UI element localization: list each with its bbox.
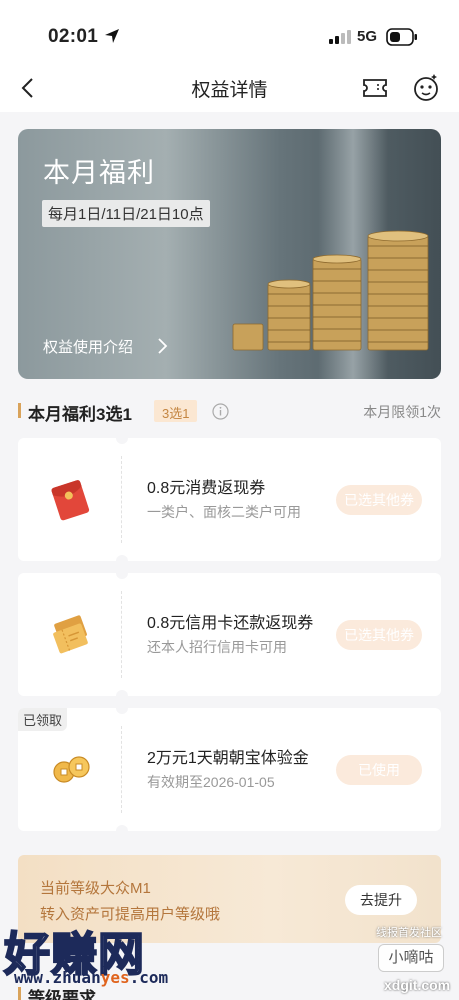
offer-status-button[interactable]: 已使用 <box>336 755 422 785</box>
page-title: 权益详情 <box>191 80 268 101</box>
chevron-right-icon[interactable] <box>156 337 168 355</box>
coin-stacks-illustration <box>232 230 429 351</box>
offer-subtitle: 一类户、面核二类户可用 <box>147 504 301 520</box>
customer-service-icon[interactable] <box>412 73 440 103</box>
offer-title: 0.8元消费返现券 <box>147 480 266 497</box>
claimed-tag: 已领取 <box>18 708 68 731</box>
status-time: 02:01 <box>48 26 99 47</box>
battery-icon <box>386 28 417 46</box>
location-arrow-icon <box>105 29 119 43</box>
section-accent-bar <box>18 403 21 418</box>
watermark-right-logo: 小嘀咕 <box>378 944 444 972</box>
signal-icon <box>329 30 351 44</box>
watermark-right-url: xdgit.com <box>384 977 451 993</box>
choice-badge: 3选1 <box>154 400 198 422</box>
offer-title: 0.8元信用卡还款返现券 <box>147 615 314 632</box>
offer-status-button[interactable]: 已选其他券 <box>336 620 422 650</box>
monthly-benefit-banner: 本月福利 每月1日/11日/21日10点 权益使用介绍 <box>18 129 441 379</box>
section-title: 本月福利3选1 <box>28 405 132 424</box>
offer-subtitle: 有效期至2026-01-05 <box>147 774 275 790</box>
status-bar: 02:01 5G <box>0 0 459 64</box>
card-divider <box>121 726 122 813</box>
offer-card-trial-fund: 已领取 2万元1天朝朝宝体验金 有效期至2026-01-05 已使用 <box>18 702 441 837</box>
red-envelope-icon <box>51 480 90 521</box>
coupon-tickets-icon <box>53 615 88 654</box>
section-accent-bar <box>18 987 21 1000</box>
offer-title: 2万元1天朝朝宝体验金 <box>147 750 309 767</box>
card-divider <box>121 456 122 543</box>
current-level-text: 当前等级大众M1 <box>40 880 151 897</box>
banner-date-note: 每月1日/11日/21日10点 <box>42 200 210 227</box>
watermark-right-tagline: 线报首发社区 <box>376 927 442 939</box>
offer-card-consumption-coupon: 0.8元消费返现券 一类户、面核二类户可用 已选其他券 <box>18 432 441 567</box>
card-divider <box>121 591 122 678</box>
offer-subtitle: 还本人招行信用卡可用 <box>147 639 287 655</box>
monthly-benefit-section-header: 本月福利3选1 3选1 本月限领1次 <box>18 400 441 424</box>
banner-title: 本月福利 <box>43 158 155 188</box>
ticket-icon[interactable] <box>361 76 389 100</box>
offer-card-credit-repayment-coupon: 0.8元信用卡还款返现券 还本人招行信用卡可用 已选其他券 <box>18 567 441 702</box>
offer-status-button[interactable]: 已选其他券 <box>336 485 422 515</box>
upgrade-button[interactable]: 去提升 <box>345 885 417 915</box>
network-label: 5G <box>357 28 378 45</box>
gold-coins-icon <box>53 756 90 783</box>
benefit-intro-link[interactable]: 权益使用介绍 <box>43 336 133 357</box>
info-icon[interactable] <box>212 403 229 420</box>
claim-limit-note: 本月限领1次 <box>363 404 441 420</box>
nav-bar: 权益详情 <box>0 64 459 112</box>
watermark-url: www.zhuanyes.com <box>14 968 169 987</box>
